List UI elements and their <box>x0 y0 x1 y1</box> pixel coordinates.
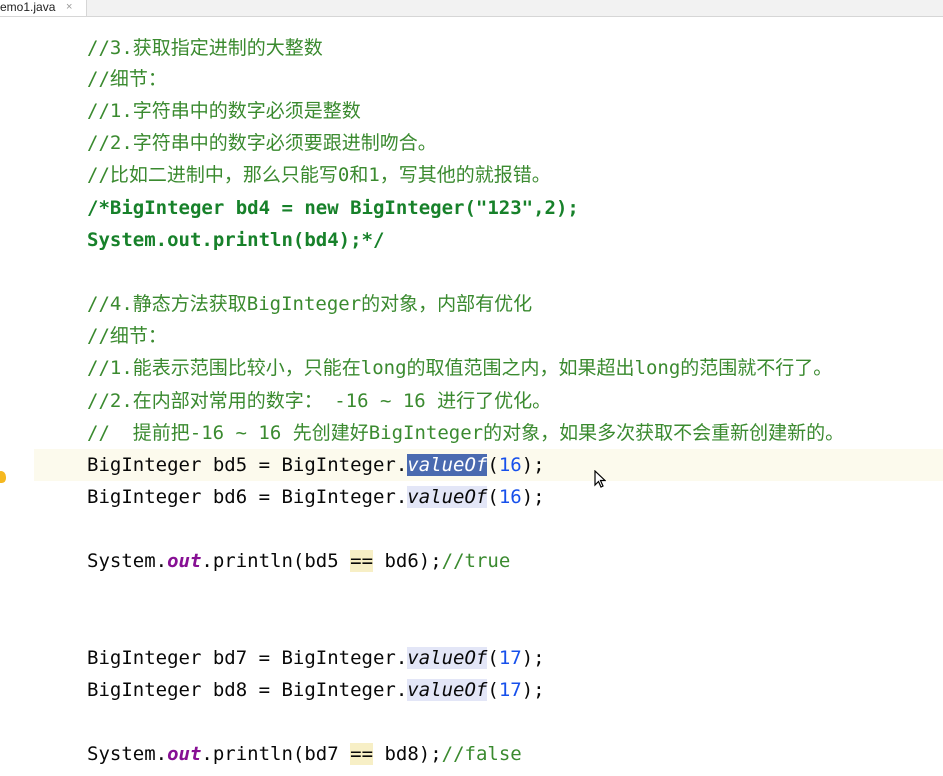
code-line[interactable]: //细节： <box>87 320 167 352</box>
code-line[interactable]: //3.获取指定进制的大整数 <box>87 32 323 64</box>
code-line[interactable]: BigInteger bd8 = BigInteger.valueOf(17); <box>87 674 545 706</box>
code-line[interactable]: //4.静态方法获取BigInteger的对象，内部有优化 <box>87 288 532 320</box>
code-line[interactable]: BigInteger bd5 = BigInteger.valueOf(16); <box>87 449 545 481</box>
code-line[interactable]: System.out.println(bd7 == bd8);//false <box>87 738 522 770</box>
method-valueof: valueOf <box>407 486 488 508</box>
code-line[interactable]: BigInteger bd6 = BigInteger.valueOf(16); <box>87 481 545 513</box>
method-valueof: valueOf <box>407 454 488 476</box>
code-line[interactable]: //1.字符串中的数字必须是整数 <box>87 95 361 127</box>
method-valueof: valueOf <box>407 679 488 701</box>
code-line[interactable]: /*BigInteger bd4 = new BigInteger("123",… <box>87 192 579 224</box>
code-line[interactable]: //2.字符串中的数字必须要跟进制吻合。 <box>87 127 437 159</box>
code-line[interactable]: System.out.println(bd4);*/ <box>87 224 384 256</box>
method-valueof: valueOf <box>407 647 488 669</box>
code-editor[interactable]: //3.获取指定进制的大整数//细节：//1.字符串中的数字必须是整数//2.字… <box>0 0 943 776</box>
code-line[interactable]: // 提前把-16 ~ 16 先创建好BigInteger的对象，如果多次获取不… <box>87 417 844 449</box>
code-line[interactable]: //2.在内部对常用的数字： -16 ~ 16 进行了优化。 <box>87 385 551 417</box>
code-line[interactable]: System.out.println(bd5 == bd6);//true <box>87 545 510 577</box>
code-line[interactable]: //比如二进制中，那么只能写0和1，写其他的就报错。 <box>87 159 551 191</box>
mouse-pointer-icon <box>594 470 606 488</box>
code-line[interactable]: //1.能表示范围比较小，只能在long的取值范围之内，如果超出long的范围就… <box>87 352 832 384</box>
code-line[interactable]: BigInteger bd7 = BigInteger.valueOf(17); <box>87 642 545 674</box>
code-line[interactable]: //细节： <box>87 63 167 95</box>
